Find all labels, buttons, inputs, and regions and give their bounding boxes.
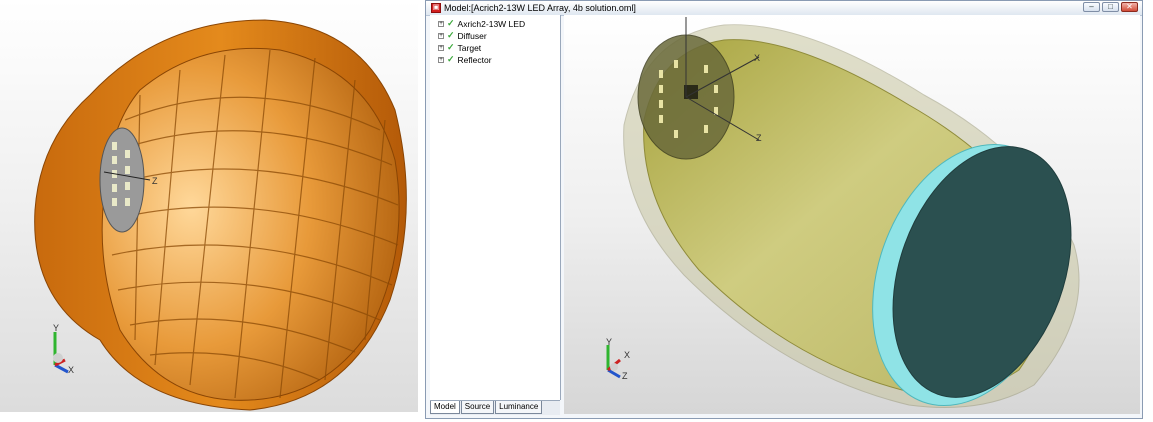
expand-icon[interactable]: + [438,56,444,63]
check-icon: ✓ [447,30,455,40]
led-board [99,127,145,233]
maximize-button[interactable]: □ [1102,2,1119,12]
expand-icon[interactable]: + [438,44,444,51]
expand-icon[interactable]: + [438,20,444,27]
tree-tabs: Model Source Luminance [430,400,560,415]
check-icon: ✓ [447,54,455,64]
reflector-render: Z Y X [34,19,407,411]
model-window: ▣ Model:[Acrich2-13W LED Array, 4b solut… [425,0,1143,419]
triad-z-label: Z [622,371,628,381]
tree-item-diffuser[interactable]: + ✓ Diffuser [438,30,487,41]
app-icon: ▣ [431,3,441,13]
check-icon: ✓ [447,42,455,52]
tree-item-label: Target [457,42,482,53]
triad-x-label: X [68,365,74,375]
model-tree: + ✓ Axrich2-13W LED + ✓ Diffuser + ✓ Tar… [430,15,561,400]
tree-item-led[interactable]: + ✓ Axrich2-13W LED [438,18,525,29]
diffuser-render: Z X Y X Z [606,17,1080,408]
tab-source[interactable]: Source [460,401,495,414]
tab-luminance[interactable]: Luminance [495,401,543,414]
tab-model[interactable]: Model [430,401,460,414]
tree-item-label: Reflector [457,54,492,65]
tree-item-label: Diffuser [457,30,487,41]
tree-item-reflector[interactable]: + ✓ Reflector [438,54,492,65]
tree-item-target[interactable]: + ✓ Target [438,42,481,53]
z-axis-label: Z [756,133,762,143]
title-bar[interactable]: ▣ Model:[Acrich2-13W LED Array, 4b solut… [426,1,1142,16]
tree-item-label: Axrich2-13W LED [457,18,526,29]
left-3d-viewport[interactable]: Z Y X [0,0,418,412]
right-3d-viewport[interactable]: Z X Y X Z [564,15,1140,414]
orientation-triad: Y X Z [606,337,630,381]
minimize-button[interactable]: – [1083,2,1100,12]
triad-x-label: X [624,350,630,360]
orientation-triad: Y X [53,323,74,375]
close-button[interactable]: ✕ [1121,2,1138,12]
window-controls: – □ ✕ [1083,2,1138,12]
z-axis-label: Z [152,176,158,186]
window-title: Model:[Acrich2-13W LED Array, 4b solutio… [444,3,636,13]
check-icon: ✓ [447,18,455,28]
expand-icon[interactable]: + [438,32,444,39]
reflector-inner-surface [101,47,400,401]
triad-y-label: Y [606,337,612,347]
x-axis-label: X [754,53,760,63]
triad-y-label: Y [53,323,59,333]
